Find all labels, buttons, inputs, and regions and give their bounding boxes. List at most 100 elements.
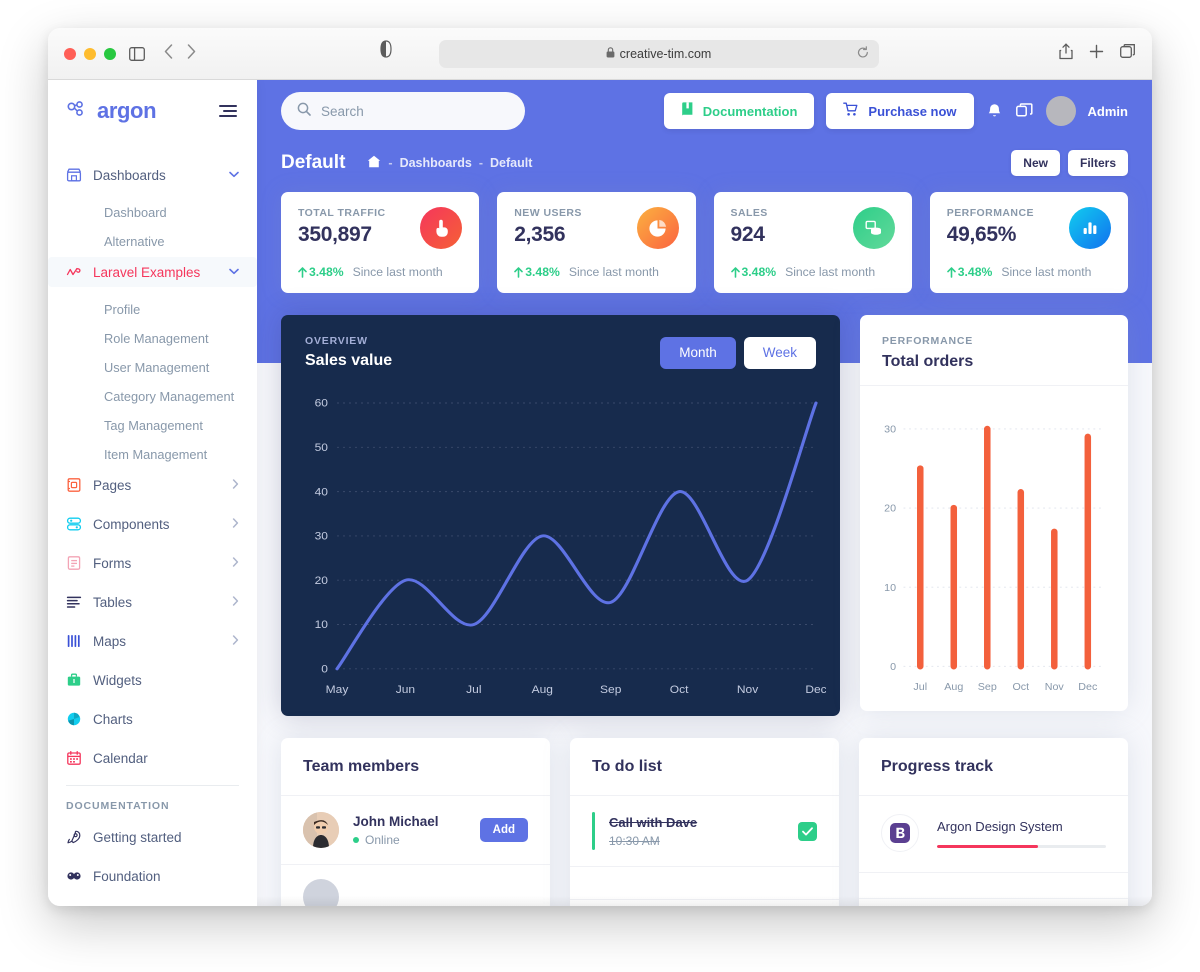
sidebar-item-profile[interactable]: Profile xyxy=(48,296,257,322)
sidebar-item-calendar[interactable]: Calendar xyxy=(48,743,257,773)
orders-card-title: Total orders xyxy=(882,353,974,370)
sidebar-item-pages[interactable]: Pages xyxy=(48,470,257,500)
todo-time: 10:30 AM xyxy=(609,833,660,848)
svg-text:30: 30 xyxy=(315,531,328,543)
stat-card-performance: PERFORMANCE 49,65% 3.48% Since last mont… xyxy=(929,192,1128,293)
screenshot-stage: creative-tim.com argon Dashboards Dashbo… xyxy=(0,0,1200,972)
svg-text:Aug: Aug xyxy=(532,684,553,696)
todo-list-card: To do list Call with Dave 10:30 AM xyxy=(570,738,839,906)
breadcrumb-separator: - xyxy=(388,156,393,170)
sidebar: argon Dashboards Dashboard Alternative L… xyxy=(48,80,257,906)
list-item xyxy=(570,867,839,900)
sidebar-item-user-management[interactable]: User Management xyxy=(48,354,257,380)
sidebar-item-dashboards[interactable]: Dashboards xyxy=(48,160,257,190)
status-dot-icon xyxy=(353,836,359,843)
url-text: creative-tim.com xyxy=(619,46,712,61)
avatar[interactable] xyxy=(1045,96,1076,126)
documentation-button[interactable]: Documentation xyxy=(663,93,815,129)
svg-text:10: 10 xyxy=(884,582,896,594)
pie-chart-icon xyxy=(636,207,679,249)
search-box[interactable] xyxy=(281,92,525,130)
breadcrumb: - Dashboards - Default xyxy=(367,155,532,171)
new-tab-icon[interactable] xyxy=(1089,44,1104,64)
sidebar-sub-label: Profile xyxy=(104,301,141,317)
sales-range-month-button[interactable]: Month xyxy=(660,336,736,369)
svg-text:May: May xyxy=(326,684,349,696)
breadcrumb-item-default[interactable]: Default xyxy=(490,156,532,170)
sidebar-item-role-management[interactable]: Role Management xyxy=(48,325,257,351)
stat-label: TOTAL TRAFFIC xyxy=(298,207,386,219)
todo-list-title: To do list xyxy=(570,738,839,796)
svg-text:Sep: Sep xyxy=(600,684,621,696)
sidebar-item-tables[interactable]: Tables xyxy=(48,587,257,617)
brand[interactable]: argon xyxy=(66,98,157,124)
sidebar-item-item-management[interactable]: Item Management xyxy=(48,441,257,467)
reload-icon[interactable] xyxy=(857,45,869,62)
avatar xyxy=(303,879,339,906)
stat-value: 924 xyxy=(730,223,765,246)
sidebar-sub-label: Tag Management xyxy=(104,417,203,433)
sidebar-item-category-management[interactable]: Category Management xyxy=(48,383,257,409)
sidebar-item-tag-management[interactable]: Tag Management xyxy=(48,412,257,438)
sidebar-item-getting-started[interactable]: Getting started xyxy=(48,822,257,852)
sidebar-header: argon xyxy=(48,80,257,142)
sales-range-week-button[interactable]: Week xyxy=(743,336,816,369)
team-members-card: Team members John Michael Online Add xyxy=(281,738,550,906)
hamburger-icon[interactable] xyxy=(219,105,237,117)
sidebar-item-label: Components xyxy=(93,516,170,532)
widgets-icon xyxy=(66,672,82,688)
sidebar-item-maps[interactable]: Maps xyxy=(48,626,257,656)
sidebar-toggle-icon[interactable] xyxy=(128,45,146,63)
sidebar-item-components[interactable]: Components xyxy=(48,509,257,539)
new-button[interactable]: New xyxy=(1011,150,1060,176)
forward-arrow-icon[interactable] xyxy=(187,43,196,64)
svg-text:Oct: Oct xyxy=(670,684,689,696)
close-window-button[interactable] xyxy=(64,47,76,60)
stat-delta: 3.48% xyxy=(946,265,993,279)
home-icon[interactable] xyxy=(367,155,381,171)
arrow-up-icon xyxy=(730,266,740,278)
orders-card-eyebrow: PERFORMANCE xyxy=(882,335,974,347)
stat-delta-value: 3.48% xyxy=(957,265,993,279)
apps-icon[interactable] xyxy=(1016,102,1034,120)
stat-delta-value: 3.48% xyxy=(309,265,344,279)
laravel-icon xyxy=(66,264,82,280)
user-name: Admin xyxy=(1087,103,1128,119)
svg-text:Jun: Jun xyxy=(396,684,415,696)
sidebar-item-laravel-examples[interactable]: Laravel Examples xyxy=(48,257,257,287)
back-arrow-icon[interactable] xyxy=(164,43,173,64)
bar-chart-icon xyxy=(1069,207,1111,249)
sidebar-item-charts[interactable]: Charts xyxy=(48,704,257,734)
sidebar-item-forms[interactable]: Forms xyxy=(48,548,257,578)
sidebar-item-dashboard[interactable]: Dashboard xyxy=(48,199,257,225)
purchase-now-button[interactable]: Purchase now xyxy=(826,93,974,129)
sidebar-divider xyxy=(66,785,239,786)
sidebar-item-label: Getting started xyxy=(93,829,182,845)
privacy-shield-icon[interactable] xyxy=(377,39,395,58)
sidebar-item-alternative[interactable]: Alternative xyxy=(48,228,257,254)
svg-text:0: 0 xyxy=(321,664,328,676)
address-bar[interactable]: creative-tim.com xyxy=(438,39,879,68)
progress-track-card: Progress track Argon Design System xyxy=(859,738,1128,906)
tab-overview-icon[interactable] xyxy=(1120,43,1136,64)
search-input[interactable] xyxy=(321,103,509,119)
svg-text:Sep: Sep xyxy=(978,681,997,693)
stat-value: 49,65% xyxy=(946,223,1017,246)
share-icon[interactable] xyxy=(1059,43,1073,65)
todo-checkbox[interactable] xyxy=(798,821,817,841)
breadcrumb-item-dashboards[interactable]: Dashboards xyxy=(400,156,472,170)
sidebar-item-widgets[interactable]: Widgets xyxy=(48,665,257,695)
minimize-window-button[interactable] xyxy=(84,47,96,60)
sales-card-eyebrow: OVERVIEW xyxy=(305,335,368,347)
sidebar-item-label: Tables xyxy=(93,594,133,610)
member-status: Online xyxy=(353,833,439,847)
sidebar-item-foundation[interactable]: Foundation xyxy=(48,861,257,891)
money-coins-icon xyxy=(852,207,895,249)
svg-text:20: 20 xyxy=(315,575,328,587)
add-member-button[interactable]: Add xyxy=(479,818,528,842)
charts-row: OVERVIEW Sales value Month Week 0 10 20 … xyxy=(257,315,1152,716)
bell-icon[interactable] xyxy=(986,102,1004,120)
maximize-window-button[interactable] xyxy=(104,47,116,60)
window-controls[interactable] xyxy=(64,47,116,60)
filters-button[interactable]: Filters xyxy=(1067,150,1128,176)
